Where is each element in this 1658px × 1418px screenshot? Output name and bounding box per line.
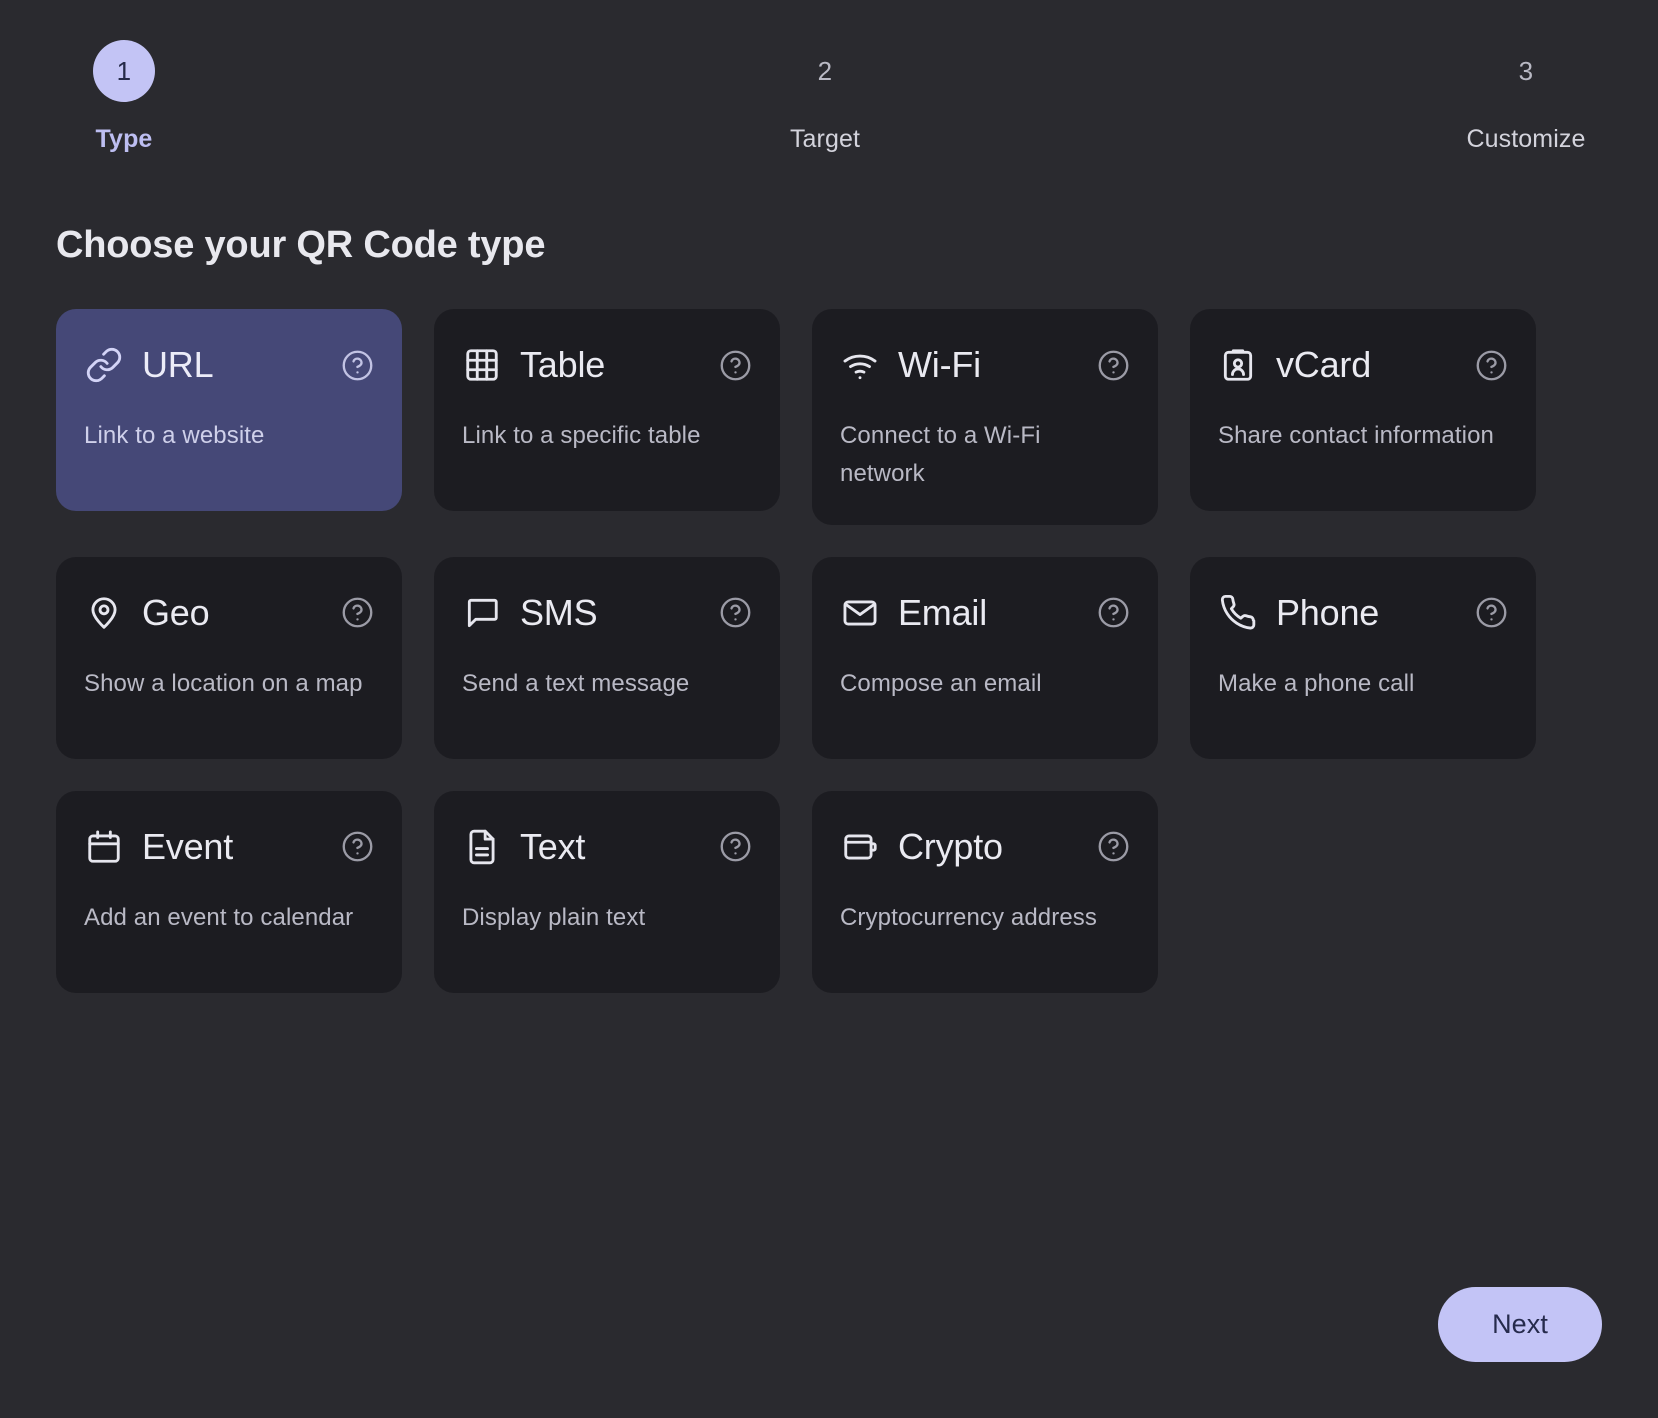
map-pin-icon: [84, 593, 124, 633]
card-desc-phone: Make a phone call: [1218, 669, 1415, 697]
card-desc-vcard: Share contact information: [1218, 422, 1494, 449]
help-icon-url[interactable]: [341, 349, 374, 382]
step-number-1: 1: [93, 40, 155, 102]
help-icon-text[interactable]: [719, 830, 752, 863]
step-label-target: Target: [789, 125, 861, 153]
qr-wizard-page: 1 Type 2 Target 3 Customize Choose your …: [0, 0, 1658, 1418]
link-icon: [84, 345, 124, 385]
qr-type-card-text[interactable]: Text Display plain text: [434, 790, 780, 993]
card-desc-crypto: Cryptocurrency address: [840, 903, 1097, 931]
help-icon-event[interactable]: [341, 830, 374, 863]
card-desc-sms: Send a text message: [462, 669, 690, 697]
card-title-email: Email: [898, 591, 988, 633]
wallet-icon: [840, 827, 880, 867]
step-label-type: Type: [95, 125, 153, 153]
help-icon-geo[interactable]: [341, 596, 374, 629]
card-header: Event: [84, 821, 374, 873]
card-title-vcard: vCard: [1276, 344, 1372, 385]
card-header: Text: [462, 821, 752, 873]
card-desc-table: Link to a specific table: [462, 422, 701, 449]
card-desc-url: Link to a website: [84, 422, 265, 449]
qr-type-card-table[interactable]: Table Link to a specific table: [434, 309, 780, 511]
card-title-crypto: Crypto: [898, 825, 1003, 867]
card-title-url: URL: [142, 344, 214, 385]
card-header: Table: [462, 339, 752, 391]
help-icon-email[interactable]: [1097, 596, 1130, 629]
card-header: Email: [840, 587, 1130, 639]
qr-type-card-geo[interactable]: Geo Show a location on a map: [56, 556, 402, 759]
qr-type-card-email[interactable]: Email Compose an email: [812, 556, 1158, 759]
card-desc-text: Display plain text: [462, 903, 646, 931]
wifi-icon: [840, 345, 880, 385]
card-header: Phone: [1218, 587, 1508, 639]
card-header: Wi-Fi: [840, 339, 1130, 391]
help-icon-sms[interactable]: [719, 596, 752, 629]
step-number-2: 2: [817, 55, 833, 86]
card-title-wifi: Wi-Fi: [898, 344, 981, 385]
card-title-event: Event: [142, 825, 234, 867]
stepper-step-target[interactable]: 2 Target: [735, 40, 915, 154]
qr-type-card-wifi[interactable]: Wi-Fi Connect to a Wi-Fi network: [812, 309, 1158, 525]
card-title-text: Text: [520, 825, 586, 867]
qr-type-card-url[interactable]: URL Link to a website: [56, 309, 402, 511]
card-desc-event: Add an event to calendar: [84, 903, 354, 931]
card-title-table: Table: [520, 344, 606, 385]
card-title-geo: Geo: [142, 591, 210, 633]
card-header: vCard: [1218, 339, 1508, 391]
card-header: Geo: [84, 587, 374, 639]
envelope-icon: [840, 593, 880, 633]
help-icon-wifi[interactable]: [1097, 349, 1130, 382]
qr-type-card-vcard[interactable]: vCard Share contact information: [1190, 309, 1536, 511]
chat-bubble-icon: [462, 593, 502, 633]
card-desc-email: Compose an email: [840, 669, 1042, 697]
help-icon-vcard[interactable]: [1475, 349, 1508, 382]
wizard-stepper: 1 Type 2 Target 3 Customize: [56, 0, 1602, 170]
table-icon: [462, 345, 502, 385]
card-title-phone: Phone: [1276, 591, 1380, 633]
help-icon-table[interactable]: [719, 349, 752, 382]
help-icon-phone[interactable]: [1475, 596, 1508, 629]
qr-type-card-crypto[interactable]: Crypto Cryptocurrency address: [812, 790, 1158, 993]
card-title-sms: SMS: [520, 591, 598, 633]
step-label-customize: Customize: [1466, 125, 1586, 153]
qr-type-card-phone[interactable]: Phone Make a phone call: [1190, 556, 1536, 759]
phone-icon: [1218, 593, 1258, 633]
help-icon-crypto[interactable]: [1097, 830, 1130, 863]
page-title: Choose your QR Code type: [56, 224, 546, 266]
stepper-step-customize[interactable]: 3 Customize: [1436, 40, 1616, 154]
qr-type-card-sms[interactable]: SMS Send a text message: [434, 556, 780, 759]
calendar-icon: [84, 827, 124, 867]
step-number-3: 3: [1518, 55, 1534, 86]
card-desc-geo: Show a location on a map: [84, 669, 363, 697]
card-desc-wifi: Connect to a Wi-Fi network: [840, 422, 1041, 487]
id-badge-icon: [1218, 345, 1258, 385]
qr-type-card-event[interactable]: Event Add an event to calendar: [56, 790, 402, 993]
wizard-footer: Next: [1438, 1287, 1602, 1362]
next-button[interactable]: Next: [1438, 1287, 1602, 1362]
stepper-step-type[interactable]: 1 Type: [34, 40, 214, 154]
card-header: Crypto: [840, 821, 1130, 873]
document-icon: [462, 827, 502, 867]
card-header: URL: [84, 339, 374, 391]
qr-type-grid: URL Link to a website Table Link to a sp…: [56, 309, 1602, 993]
card-header: SMS: [462, 587, 752, 639]
